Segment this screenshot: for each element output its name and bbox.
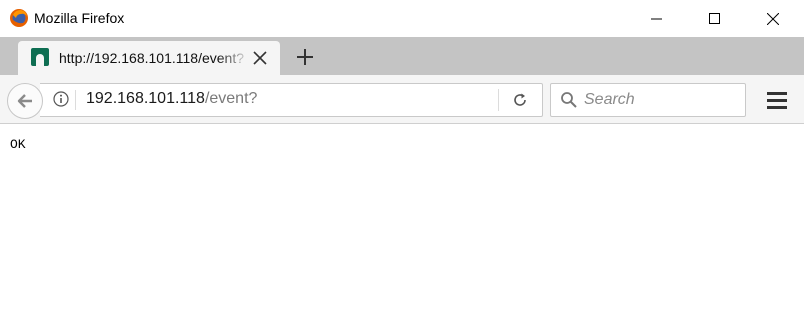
minimize-button[interactable] (628, 0, 686, 37)
search-placeholder: Search (584, 91, 635, 108)
nav-bar: 192.168.101.118/event? Search (0, 75, 804, 124)
maximize-icon (709, 12, 720, 24)
search-icon (561, 92, 577, 108)
url-bar[interactable]: 192.168.101.118/event? (40, 83, 543, 117)
info-icon[interactable] (53, 91, 69, 107)
url-divider (75, 90, 76, 110)
close-window-button[interactable] (744, 0, 802, 37)
back-button[interactable] (7, 83, 43, 119)
search-bar[interactable]: Search (550, 83, 746, 117)
reload-divider (498, 89, 499, 111)
url-host: 192.168.101.118 (86, 90, 205, 107)
close-icon (767, 12, 779, 25)
maximize-button[interactable] (686, 0, 744, 37)
firefox-logo-icon (10, 9, 28, 27)
window-title: Mozilla Firefox (34, 10, 125, 26)
tab-title-fade (218, 47, 250, 71)
title-bar: Mozilla Firefox (0, 0, 804, 37)
minimize-icon (651, 18, 662, 19)
tab-close-icon[interactable] (251, 49, 269, 67)
n-logo-icon (31, 48, 49, 66)
url-path: /event? (204, 90, 258, 107)
tab-active[interactable]: http://192.168.101.118/event? (18, 41, 280, 75)
response-text: OK (10, 137, 26, 152)
back-arrow-icon (17, 94, 32, 108)
reload-icon[interactable] (512, 92, 528, 108)
url-text[interactable]: 192.168.101.118/event? (86, 90, 257, 108)
tab-strip: http://192.168.101.118/event? (0, 37, 804, 75)
new-tab-plus-icon[interactable] (294, 46, 316, 68)
hamburger-menu-icon[interactable] (764, 89, 790, 111)
page-content: OK (0, 124, 804, 328)
